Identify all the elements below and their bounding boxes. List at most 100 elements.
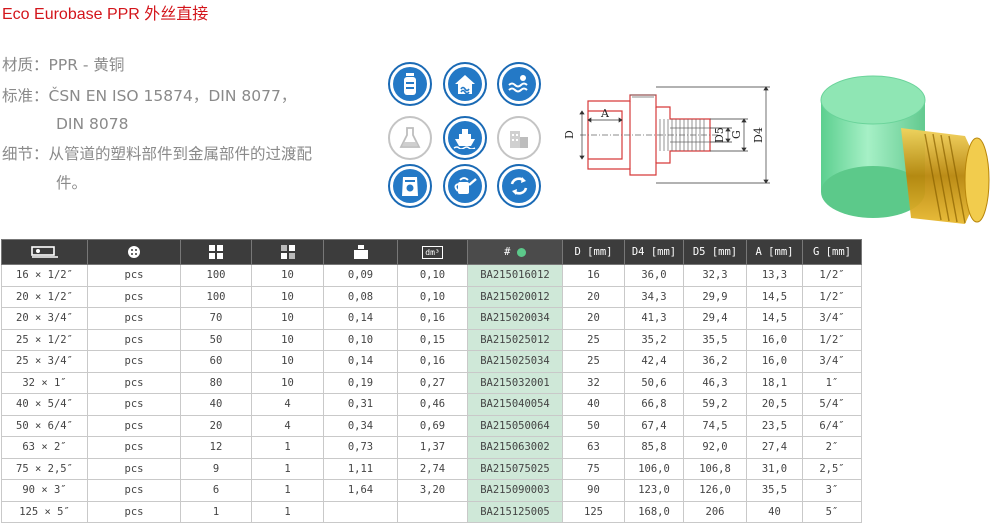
- swimming-pool-icon: [497, 62, 541, 106]
- cell-d4: 85,8: [624, 436, 684, 459]
- cell-code: BA215020012: [467, 285, 563, 308]
- cell-weight: 0,08: [323, 285, 398, 308]
- drinking-water-bottle-icon: [388, 62, 432, 106]
- cell-d: 125: [562, 500, 625, 523]
- carton-icon: [280, 245, 295, 259]
- fertilizer-bag-icon: [388, 164, 432, 208]
- recycling-arrows-icon: [497, 164, 541, 208]
- weight-header: [323, 239, 398, 265]
- cell-code: BA215075025: [467, 457, 563, 480]
- cell-d4: 35,2: [624, 328, 684, 351]
- cell-d5: 46,3: [683, 371, 747, 394]
- cell-d5: 29,9: [683, 285, 747, 308]
- cell-a: 16,0: [746, 350, 803, 373]
- cell-volume: 2,74: [397, 457, 468, 480]
- cell-unit: pcs: [87, 328, 181, 351]
- label-g: G: [730, 130, 743, 139]
- cell-unit: pcs: [87, 479, 181, 502]
- cell-unit: pcs: [87, 307, 181, 330]
- cell-a: 40: [746, 500, 803, 523]
- box-header: [180, 239, 252, 265]
- cell-carton-qty: 10: [251, 371, 324, 394]
- size-header: [1, 239, 88, 265]
- d5-header: D5 [mm]: [683, 239, 747, 265]
- cell-unit: pcs: [87, 457, 181, 480]
- cell-unit: pcs: [87, 264, 181, 287]
- cell-d4: 66,8: [624, 393, 684, 416]
- cell-size: 40 × 5/4″: [1, 393, 88, 416]
- cell-volume: 0,15: [397, 328, 468, 351]
- cell-d5: 92,0: [683, 436, 747, 459]
- cell-a: 18,1: [746, 371, 803, 394]
- cell-d: 50: [562, 414, 625, 437]
- cell-g: 3″: [802, 479, 862, 502]
- cell-d: 90: [562, 479, 625, 502]
- cell-unit: pcs: [87, 285, 181, 308]
- table-body: 16 × 1/2″ pcs 100 10 0,09 0,10 BA215016012 16 36…: [1, 264, 862, 523]
- cell-d4: 106,0: [624, 457, 684, 480]
- cell-d5: 106,8: [683, 457, 747, 480]
- cell-carton-qty: 4: [251, 414, 324, 437]
- cell-d: 20: [562, 285, 625, 308]
- cell-volume: 0,69: [397, 414, 468, 437]
- cell-box-qty: 50: [180, 328, 252, 351]
- cell-a: 27,4: [746, 436, 803, 459]
- table-row: 25 × 3/4″ pcs 60 10 0,14 0,16 BA215025034 25 42,…: [1, 350, 862, 373]
- cell-weight: 1,64: [323, 479, 398, 502]
- cell-g: 1″: [802, 371, 862, 394]
- cell-weight: 0,31: [323, 393, 398, 416]
- cell-d: 75: [562, 457, 625, 480]
- cell-size: 25 × 1/2″: [1, 328, 88, 351]
- cell-d5: 126,0: [683, 479, 747, 502]
- detail-value-cont: 件。: [56, 174, 88, 192]
- cell-size: 25 × 3/4″: [1, 350, 88, 373]
- a-header: A [mm]: [746, 239, 803, 265]
- volume-header: dm³: [397, 239, 468, 265]
- cell-unit: pcs: [87, 500, 181, 523]
- cell-g: 5/4″: [802, 393, 862, 416]
- chemistry-flask-icon: [388, 116, 432, 160]
- detail-label: 细节：: [2, 145, 49, 163]
- cell-code: BA215020034: [467, 307, 563, 330]
- size-icon: [30, 246, 58, 258]
- cell-size: 50 × 6/4″: [1, 414, 88, 437]
- cell-d5: 74,5: [683, 414, 747, 437]
- cell-code: BA215025034: [467, 350, 563, 373]
- cell-d: 40: [562, 393, 625, 416]
- cell-carton-qty: 1: [251, 479, 324, 502]
- cell-code: BA215016012: [467, 264, 563, 287]
- cell-weight: 0,73: [323, 436, 398, 459]
- table-header-row: dm³ # D [mm] D4 [mm] D5 [mm] A [mm] G [m…: [1, 239, 862, 265]
- cell-box-qty: 12: [180, 436, 252, 459]
- cell-volume: 3,20: [397, 479, 468, 502]
- pack-icon: [128, 246, 140, 258]
- cell-unit: pcs: [87, 371, 181, 394]
- table-row: 25 × 1/2″ pcs 50 10 0,10 0,15 BA215025012 25 35,…: [1, 328, 862, 351]
- cell-carton-qty: 10: [251, 264, 324, 287]
- g-header: G [mm]: [802, 239, 862, 265]
- cell-a: 14,5: [746, 307, 803, 330]
- box-icon: [209, 245, 223, 259]
- standard-line-2: DIN 8078: [2, 111, 128, 137]
- standard-value: ČSN EN ISO 15874，DIN 8077，: [48, 87, 297, 105]
- table-row: 50 × 6/4″ pcs 20 4 0,34 0,69 BA215050064 50 67,4…: [1, 414, 862, 437]
- cell-size: 75 × 2,5″: [1, 457, 88, 480]
- carton-header: [251, 239, 324, 265]
- cell-a: 23,5: [746, 414, 803, 437]
- cell-d5: 59,2: [683, 393, 747, 416]
- cell-carton-qty: 1: [251, 457, 324, 480]
- detail-line: 细节：从管道的塑料部件到金属部件的过渡配: [2, 141, 312, 167]
- cell-carton-qty: 10: [251, 328, 324, 351]
- cell-carton-qty: 10: [251, 350, 324, 373]
- cell-g: 6/4″: [802, 414, 862, 437]
- weight-icon: [353, 245, 368, 259]
- table-row: 75 × 2,5″ pcs 9 1 1,11 2,74 BA215075025 75 106,0…: [1, 457, 862, 480]
- cell-size: 125 × 5″: [1, 500, 88, 523]
- code-header: #: [467, 239, 563, 265]
- cell-d: 25: [562, 328, 625, 351]
- cell-code: BA215063002: [467, 436, 563, 459]
- cell-d4: 36,0: [624, 264, 684, 287]
- material-line: 材质：PPR - 黄铜: [2, 52, 124, 78]
- cell-size: 16 × 1/2″: [1, 264, 88, 287]
- cell-box-qty: 1: [180, 500, 252, 523]
